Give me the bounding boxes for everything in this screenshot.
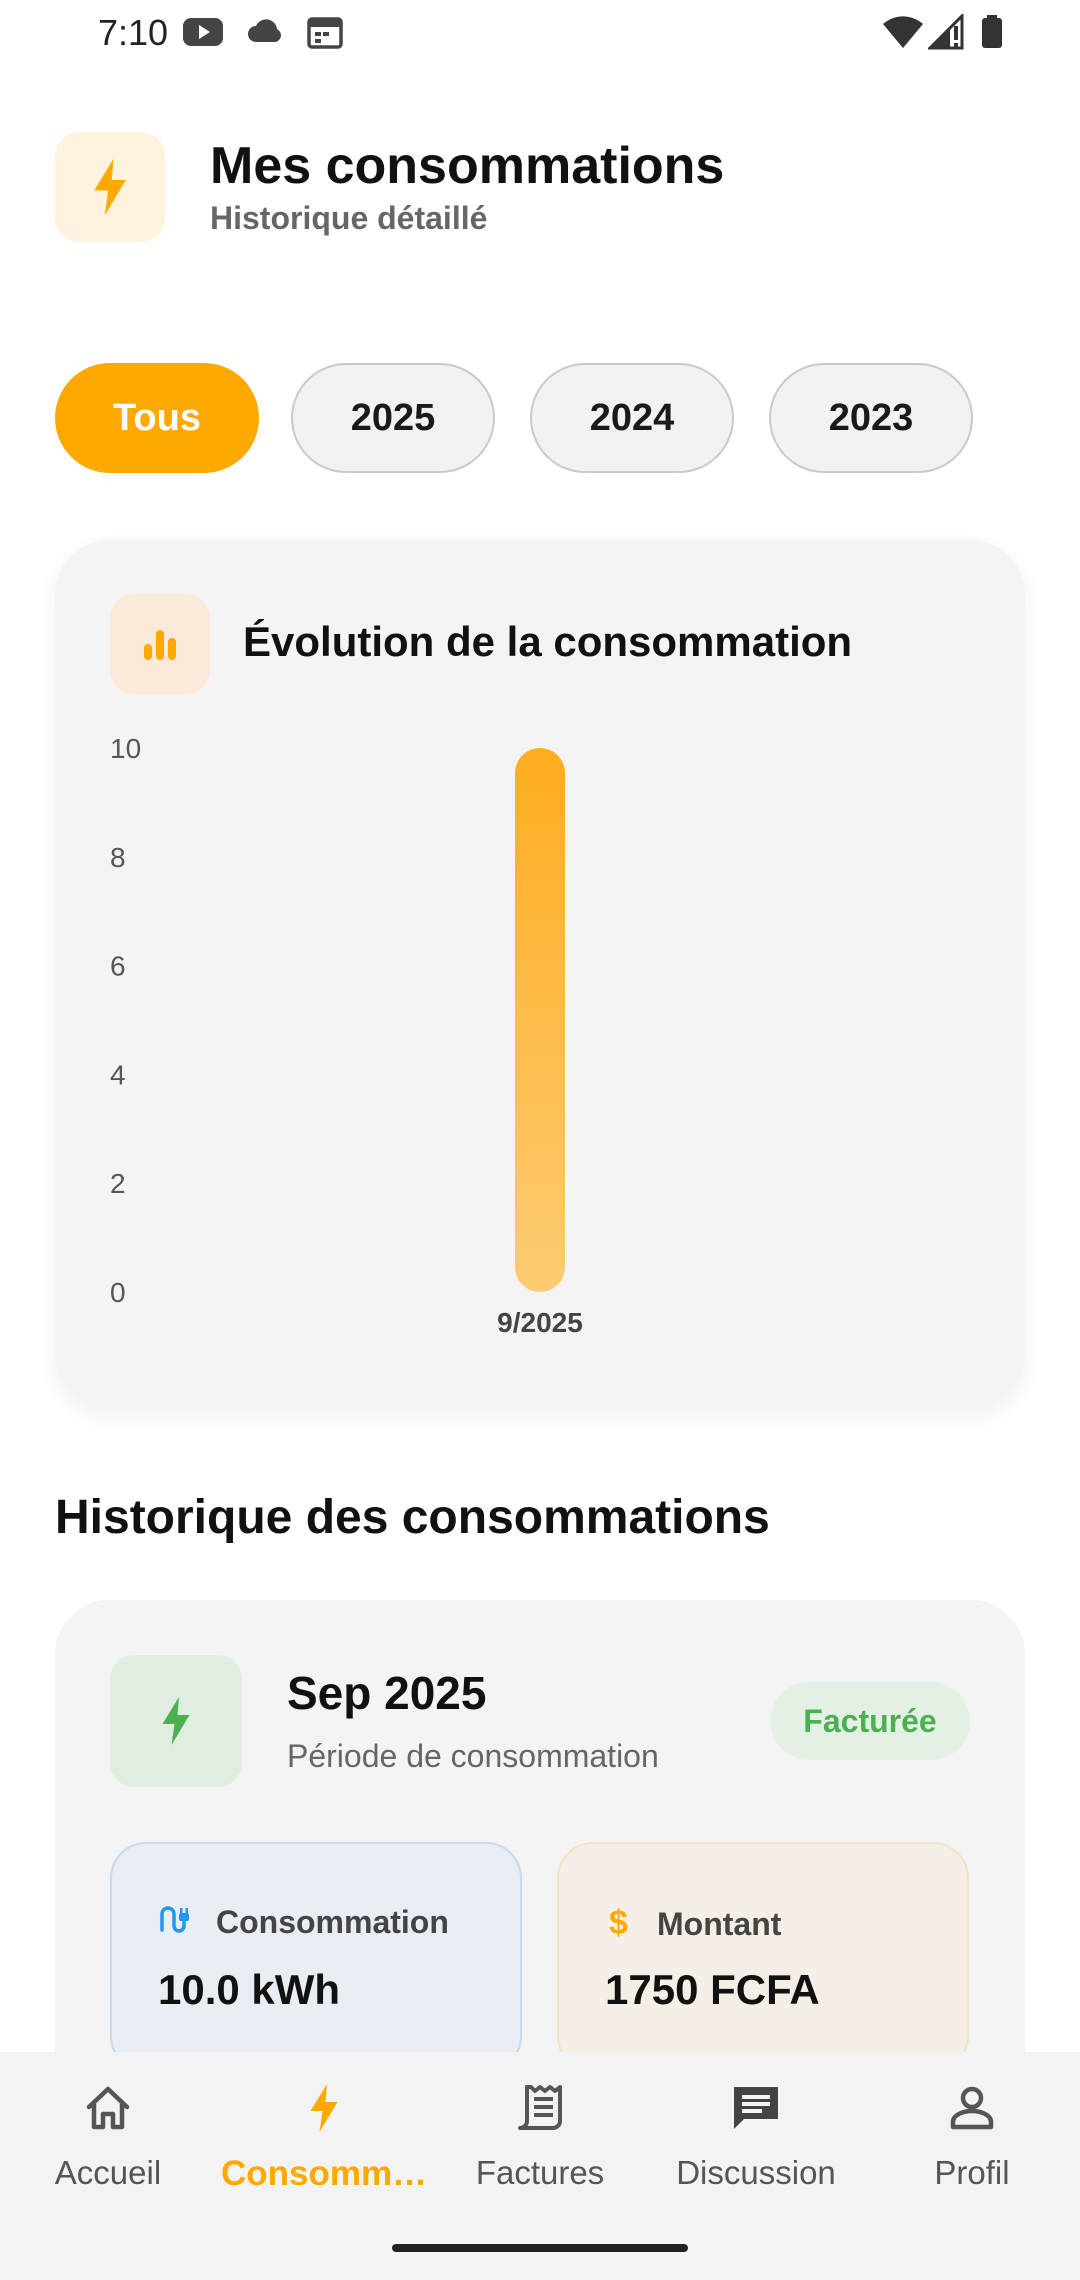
signal-icon bbox=[926, 12, 966, 55]
lightning-icon bbox=[110, 1655, 242, 1787]
wifi-icon bbox=[882, 14, 924, 55]
consumption-label: Consommation bbox=[216, 1904, 449, 1940]
nav-label-consommations: Consomm… bbox=[220, 2154, 428, 2193]
amount-label: Montant bbox=[657, 1906, 782, 1942]
battery-icon bbox=[980, 14, 1004, 55]
nav-item-factures[interactable]: Factures bbox=[432, 2080, 648, 2220]
dollar-icon: $ bbox=[605, 1904, 635, 1945]
chat-icon bbox=[728, 2080, 784, 2136]
consumption-chart-card: Évolution de la consommation 0 2 4 6 8 10 9/2… bbox=[55, 540, 1025, 1408]
amount-stat: $ Montant 1750 FCFA bbox=[557, 1842, 969, 2072]
nav-label-discussion: Discussion bbox=[676, 2154, 836, 2191]
nav-item-profil[interactable]: Profil bbox=[864, 2080, 1080, 2220]
y-tick-label: 0 bbox=[110, 1277, 126, 1308]
receipt-icon bbox=[512, 2080, 568, 2136]
cloud-icon bbox=[246, 14, 286, 55]
status-badge: Facturée bbox=[770, 1682, 970, 1760]
chart-bar[interactable] bbox=[515, 748, 565, 1292]
filter-chip-2024[interactable]: 2024 bbox=[530, 363, 734, 473]
calendar-icon bbox=[306, 14, 344, 55]
consumption-stat: Consommation 10.0 kWh bbox=[110, 1842, 522, 2072]
nav-label-profil: Profil bbox=[934, 2154, 1010, 2191]
filter-chip-2025[interactable]: 2025 bbox=[291, 363, 495, 473]
status-time: 7:10 bbox=[98, 12, 169, 53]
history-period: Sep 2025 bbox=[287, 1667, 487, 1719]
nav-label-factures: Factures bbox=[475, 2154, 605, 2191]
svg-text:$: $ bbox=[609, 1904, 628, 1940]
nav-item-discussion[interactable]: Discussion bbox=[648, 2080, 864, 2220]
home-icon bbox=[80, 2080, 136, 2136]
filter-chip-2023[interactable]: 2023 bbox=[769, 363, 973, 473]
consumption-chart: 0 2 4 6 8 10 9/2025 bbox=[110, 733, 583, 1338]
status-bar: 7:10 bbox=[0, 0, 1080, 68]
person-icon bbox=[944, 2080, 1000, 2136]
page-title: Mes consommations bbox=[210, 137, 725, 195]
amount-value: 1750 FCFA bbox=[605, 1966, 820, 2013]
y-tick-label: 8 bbox=[110, 842, 126, 873]
y-tick-label: 2 bbox=[110, 1168, 126, 1199]
history-section-title: Historique des consommations bbox=[55, 1491, 770, 1544]
consumption-value: 10.0 kWh bbox=[158, 1966, 341, 2013]
history-period-subtitle: Période de consommation bbox=[287, 1738, 659, 1774]
lightning-icon bbox=[296, 2080, 352, 2136]
y-tick-label: 10 bbox=[110, 733, 141, 764]
bottom-navigation: Accueil Consomm… Factures Discussion Pro… bbox=[0, 2052, 1080, 2280]
y-tick-label: 6 bbox=[110, 951, 126, 982]
ev-plug-icon bbox=[158, 1904, 194, 1941]
x-tick-label: 9/2025 bbox=[497, 1307, 583, 1338]
nav-item-accueil[interactable]: Accueil bbox=[0, 2080, 216, 2220]
nav-item-consommations[interactable]: Consomm… bbox=[216, 2080, 432, 2220]
home-indicator bbox=[392, 2244, 688, 2252]
y-tick-label: 4 bbox=[110, 1059, 126, 1090]
filter-chip-tous[interactable]: Tous bbox=[55, 363, 259, 473]
nav-label-accueil: Accueil bbox=[54, 2154, 162, 2191]
header-lightning-icon bbox=[55, 132, 165, 242]
youtube-icon bbox=[182, 14, 224, 55]
page-subtitle: Historique détaillé bbox=[210, 200, 488, 236]
